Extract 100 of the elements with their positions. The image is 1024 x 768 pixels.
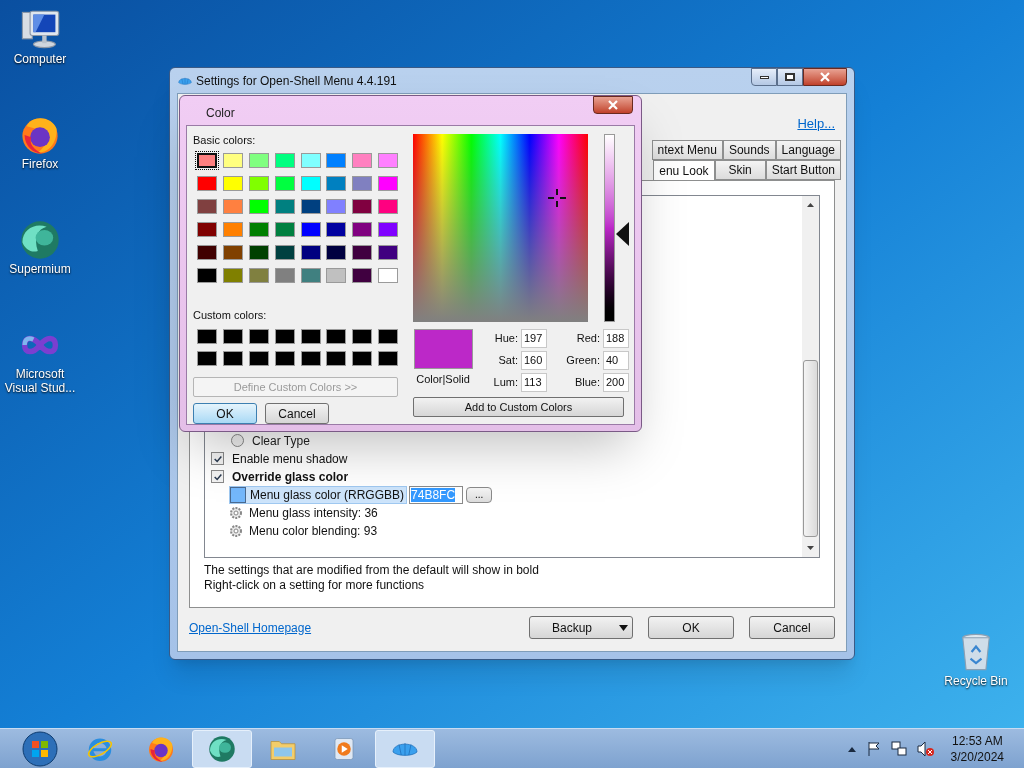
color-swatch[interactable] bbox=[222, 351, 243, 366]
start-button[interactable] bbox=[20, 729, 60, 768]
browse-button[interactable]: ... bbox=[466, 486, 493, 503]
color-swatch[interactable] bbox=[197, 175, 217, 191]
clock-time[interactable]: 12:53 AM bbox=[951, 732, 1003, 749]
clock-date[interactable]: 3/20/2024 bbox=[950, 748, 1004, 765]
color-swatch[interactable] bbox=[222, 244, 243, 260]
color-swatch[interactable] bbox=[248, 152, 269, 168]
color-swatch[interactable] bbox=[352, 198, 373, 214]
color-swatch[interactable] bbox=[300, 267, 321, 283]
color-swatch[interactable] bbox=[326, 221, 347, 237]
tab[interactable]: Language bbox=[775, 139, 841, 160]
color-swatch[interactable] bbox=[300, 175, 321, 191]
desktop-shortcut[interactable]: Firefox bbox=[2, 113, 78, 171]
color-swatch[interactable] bbox=[378, 152, 399, 168]
color-swatch[interactable] bbox=[326, 329, 347, 344]
flag-icon[interactable] bbox=[866, 740, 881, 757]
color-swatch[interactable] bbox=[274, 152, 295, 168]
color-swatch[interactable] bbox=[352, 175, 373, 191]
color-swatch[interactable] bbox=[197, 351, 217, 366]
color-swatch[interactable] bbox=[352, 244, 373, 260]
color-swatch[interactable] bbox=[326, 152, 347, 168]
number-field[interactable]: 200 bbox=[603, 373, 629, 392]
color-swatch[interactable] bbox=[300, 351, 321, 366]
color-swatch[interactable] bbox=[197, 244, 217, 260]
network-icon[interactable] bbox=[890, 740, 907, 757]
color-swatch[interactable] bbox=[352, 221, 373, 237]
dialog-button[interactable]: OK bbox=[648, 616, 734, 639]
color-swatch[interactable] bbox=[300, 244, 321, 260]
scroll-thumb[interactable] bbox=[803, 359, 818, 537]
color-swatch[interactable] bbox=[378, 351, 399, 366]
luminance-slider-arrow[interactable] bbox=[616, 221, 629, 246]
help-link[interactable]: Help... bbox=[797, 114, 835, 134]
color-swatch[interactable] bbox=[197, 152, 217, 168]
checkbox[interactable] bbox=[211, 452, 224, 465]
homepage-link[interactable]: Open-Shell Homepage bbox=[189, 618, 312, 637]
color-swatch[interactable] bbox=[248, 221, 269, 237]
color-swatch[interactable] bbox=[274, 198, 295, 214]
number-field[interactable]: 40 bbox=[603, 351, 629, 370]
color-swatch[interactable] bbox=[222, 267, 243, 283]
dropdown-button[interactable]: Backup bbox=[529, 616, 633, 639]
color-swatch[interactable] bbox=[326, 351, 347, 366]
color-swatch[interactable] bbox=[274, 175, 295, 191]
color-swatch[interactable] bbox=[378, 198, 399, 214]
color-swatch[interactable] bbox=[197, 267, 217, 283]
color-swatch[interactable] bbox=[197, 221, 217, 237]
color-swatch[interactable] bbox=[274, 244, 295, 260]
color-swatch[interactable] bbox=[352, 152, 373, 168]
color-swatch[interactable] bbox=[248, 244, 269, 260]
desktop-shortcut[interactable]: Microsoft Visual Stud... bbox=[2, 323, 78, 395]
number-field[interactable]: 197 bbox=[521, 329, 547, 348]
color-swatch[interactable] bbox=[274, 351, 295, 366]
number-field[interactable]: 188 bbox=[603, 329, 629, 348]
color-swatch[interactable] bbox=[326, 198, 347, 214]
color-spectrum[interactable] bbox=[413, 134, 588, 322]
desktop-shortcut[interactable]: Computer bbox=[2, 8, 78, 66]
number-field[interactable]: 160 bbox=[521, 351, 547, 370]
taskbar-button[interactable] bbox=[375, 729, 435, 768]
dialog-button[interactable]: OK bbox=[193, 403, 257, 424]
setting-row-highlight[interactable]: Menu glass color (RRGGBB) bbox=[229, 485, 408, 504]
desktop-shortcut[interactable]: Supermium bbox=[2, 218, 78, 276]
color-swatch[interactable] bbox=[274, 329, 295, 344]
color-swatch[interactable] bbox=[352, 329, 373, 344]
volume-muted-icon[interactable] bbox=[916, 740, 935, 757]
dialog-button[interactable]: Cancel bbox=[749, 616, 835, 639]
color-swatch[interactable] bbox=[378, 267, 399, 283]
color-swatch[interactable] bbox=[197, 198, 217, 214]
maximize-button[interactable] bbox=[777, 68, 803, 86]
checkbox[interactable] bbox=[211, 470, 224, 483]
color-swatch[interactable] bbox=[248, 329, 269, 344]
dialog-button[interactable]: Cancel bbox=[265, 403, 329, 424]
color-swatch[interactable] bbox=[222, 329, 243, 344]
taskbar-button[interactable] bbox=[192, 729, 252, 768]
close-button[interactable] bbox=[803, 68, 847, 86]
color-swatch[interactable] bbox=[274, 267, 295, 283]
luminance-bar[interactable] bbox=[604, 134, 615, 322]
scrollbar[interactable] bbox=[802, 195, 819, 557]
color-swatch[interactable] bbox=[300, 221, 321, 237]
color-swatch[interactable] bbox=[222, 221, 243, 237]
color-swatch[interactable] bbox=[274, 221, 295, 237]
color-swatch[interactable] bbox=[326, 267, 347, 283]
color-swatch[interactable] bbox=[300, 152, 321, 168]
radio-button[interactable] bbox=[231, 434, 244, 447]
close-button[interactable] bbox=[593, 96, 633, 114]
tab[interactable]: enu Look bbox=[653, 159, 715, 181]
color-swatch[interactable] bbox=[378, 221, 399, 237]
color-swatch[interactable] bbox=[248, 175, 269, 191]
number-field[interactable]: 113 bbox=[521, 373, 547, 392]
tab[interactable]: Sounds bbox=[722, 139, 776, 160]
color-swatch[interactable] bbox=[222, 198, 243, 214]
color-swatch[interactable] bbox=[326, 244, 347, 260]
color-swatch[interactable] bbox=[248, 351, 269, 366]
color-swatch[interactable] bbox=[378, 175, 399, 191]
color-swatch[interactable] bbox=[300, 329, 321, 344]
color-swatch[interactable] bbox=[197, 329, 217, 344]
color-swatch[interactable] bbox=[378, 244, 399, 260]
color-swatch[interactable] bbox=[352, 267, 373, 283]
minimize-button[interactable] bbox=[751, 68, 777, 86]
add-to-custom-colors-button[interactable]: Add to Custom Colors bbox=[413, 397, 624, 417]
tab[interactable]: ntext Menu bbox=[651, 139, 723, 160]
